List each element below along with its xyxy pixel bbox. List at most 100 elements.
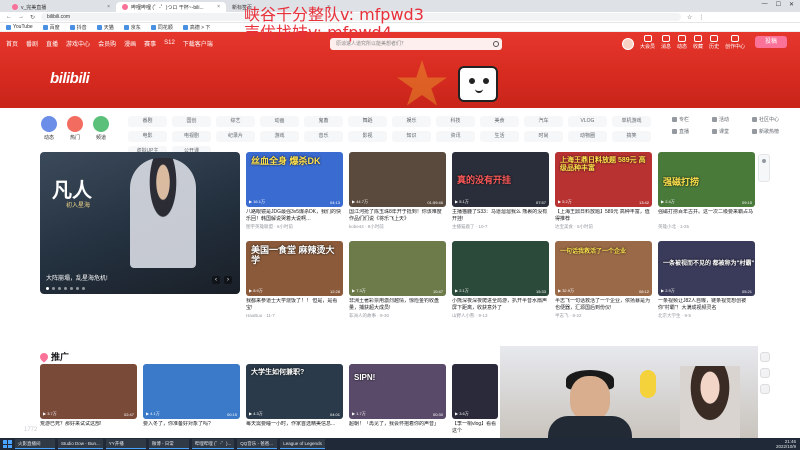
bookmark-4[interactable]: 京东 — [123, 24, 141, 31]
video-title[interactable]: 【李一桐vlog】看看这个 — [452, 421, 498, 435]
carousel-dot[interactable] — [64, 287, 67, 290]
video-card[interactable]: ▶ 2.1万 15:33 小熊深夜深夜爬进全局游，扒开半音水扇声屏下距离，收获意外… — [452, 241, 549, 319]
video-thumbnail[interactable]: 上海王鼎日料放题 589元 高级品种丰富 ▶ 5.2万 13:42 — [555, 152, 652, 207]
category-chip[interactable]: 纪录片 — [216, 131, 255, 142]
side-link-community[interactable]: 社区中心 — [752, 116, 792, 123]
taskbar-item[interactable]: 哔哩哔哩 (゜-゜)... — [191, 439, 235, 449]
video-thumbnail[interactable]: 一条被视而不见的 都被称为"村霸" ▶ 2.9万 05:21 — [658, 241, 755, 296]
video-meta[interactable]: 半志飞 · 8-22 — [555, 313, 652, 319]
category-chip[interactable]: 动画 — [260, 116, 299, 127]
category-chip[interactable]: 舞蹈 — [348, 116, 387, 127]
browser-tab-1[interactable]: 哔哩哔哩 (゜-゜)つロ 干杯~-bili... × — [116, 2, 226, 12]
category-chip[interactable]: 音乐 — [304, 131, 343, 142]
side-link-column[interactable]: 专栏 — [672, 116, 712, 123]
video-card[interactable]: ▶ 44.7万 01:59:46 国江河抢了陈玉珠8年开于抵到！你该难度作品们们说… — [349, 152, 446, 230]
carousel-dot[interactable] — [70, 287, 73, 290]
taskbar-item[interactable]: 火影直播间 — [15, 439, 55, 449]
tool-favorites[interactable]: 收藏 — [693, 35, 703, 50]
tool-messages[interactable]: 消息 — [661, 35, 671, 50]
quick-dynamics[interactable]: 动态 — [38, 116, 60, 141]
close-window-icon[interactable]: ✕ — [789, 1, 794, 8]
video-title[interactable]: 每天需要睡一小时，作家首选精美信息... — [246, 421, 343, 435]
category-chip[interactable]: 动物圈 — [568, 131, 607, 142]
video-title[interactable]: 【上海王鼎日料放题】589元 高种丰富，值得推荐 — [555, 209, 652, 223]
nav-game-center[interactable]: 游戏中心 — [66, 39, 90, 48]
video-meta[interactable]: 北京大学生 · 9-5 — [658, 313, 755, 319]
video-thumbnail[interactable]: ▶ 44.7万 01:59:46 — [349, 152, 446, 207]
category-chip[interactable]: 搞笑 — [612, 131, 651, 142]
hero-carousel[interactable]: 凡人 初入星海 大阵崩塌，乱星海危机! ‹ › — [40, 152, 240, 294]
nav-live[interactable]: 直播 — [46, 39, 58, 48]
video-meta[interactable]: HaoBuu · 11-7 — [246, 313, 343, 318]
carousel-dot[interactable] — [46, 287, 49, 290]
taskbar-item[interactable]: Studio Dow - Bun... — [58, 439, 103, 449]
nav-anime[interactable]: 番剧 — [26, 39, 38, 48]
taskbar-item[interactable]: 微博 - 日常 — [148, 439, 189, 449]
video-thumbnail[interactable]: ▶ 3.7万 02:47 — [40, 364, 137, 419]
video-meta[interactable]: 主播猫鹿了 · 10-7 — [452, 224, 549, 230]
taskbar-item[interactable]: YY开播 — [105, 439, 146, 449]
video-thumbnail[interactable]: 美国一食堂 麻辣烫大学 ▶ 8.9万 12:28 — [246, 241, 343, 296]
carousel-dot[interactable] — [52, 287, 55, 290]
video-title[interactable]: 一条视频让J82人自曝，链条视觉想创被你"村霸"！大满成视频灵名 — [658, 298, 755, 312]
category-chip[interactable]: 鬼畜 — [304, 116, 343, 127]
chevron-right-icon[interactable]: › — [224, 276, 232, 284]
carousel-dot[interactable] — [76, 287, 79, 290]
category-chip[interactable]: VLOG — [568, 116, 607, 127]
video-title[interactable]: 要入冬了，你准备好对象了吗? — [143, 421, 240, 435]
video-thumbnail[interactable]: 强磁打捞 ▶ 2.4万 09:15 — [658, 152, 755, 207]
bookmark-3[interactable]: 天猫 — [96, 24, 114, 31]
promo-card[interactable]: ▶ 3.6万 【李一桐vlog】看看这个 — [452, 364, 498, 435]
bilibili-logo[interactable]: bilibili — [50, 70, 90, 87]
nav-home[interactable]: 首页 — [6, 39, 18, 48]
quick-hot[interactable]: 热门 — [64, 116, 86, 141]
promo-card[interactable]: 大学生如何兼职? ▶ 4.3万 04:01 每天需要睡一小时，作家首选精美信息... — [246, 364, 343, 435]
video-card[interactable]: 一句话我救活了一个企业 ▶ 32.9万 06:12 半志飞一句话救活了一个企业，依扬… — [555, 241, 652, 319]
side-link-classroom[interactable]: 课堂 — [712, 128, 752, 135]
carousel-dot[interactable] — [58, 287, 61, 290]
category-chip[interactable]: 科技 — [436, 116, 475, 127]
chevron-left-icon[interactable]: ‹ — [212, 276, 220, 284]
bookmark-5[interactable]: 同花顺 — [150, 24, 173, 31]
category-chip[interactable]: 单机游戏 — [612, 116, 651, 127]
video-thumbnail[interactable]: 一句话我救活了一个企业 ▶ 32.9万 06:12 — [555, 241, 652, 296]
category-chip[interactable]: 时尚 — [524, 131, 563, 142]
category-chip[interactable]: 番剧 — [128, 116, 167, 127]
grid-icon[interactable] — [760, 352, 770, 362]
bookmark-2[interactable]: 抖音 — [69, 24, 87, 31]
taskbar-item[interactable]: QQ音乐 - 爸爸... — [237, 439, 278, 449]
video-meta[interactable]: 山野人小熊 · 9-13 — [452, 313, 549, 319]
minimize-icon[interactable]: — — [762, 1, 768, 8]
category-chip[interactable]: 游戏 — [260, 131, 299, 142]
bookmark-1[interactable]: 百度 — [42, 24, 60, 31]
video-meta[interactable]: 非洲人的故事 · 9-30 — [349, 313, 446, 319]
video-title[interactable]: 八路眼镜是JDG最强3v5爆杀DK，我们的快乐回！韩国解说哭着大说啊… — [246, 209, 343, 223]
bookmark-6[interactable]: 高德 > 下 — [182, 24, 210, 31]
star-icon[interactable]: ☆ — [687, 14, 692, 21]
side-link-live[interactable]: 直播 — [672, 128, 712, 135]
category-chip[interactable]: 汽车 — [524, 116, 563, 127]
close-icon[interactable]: × — [217, 4, 220, 10]
avatar[interactable] — [622, 38, 634, 50]
carousel-dot[interactable] — [82, 287, 85, 290]
tool-dynamics[interactable]: 动态 — [677, 35, 687, 50]
tool-history[interactable]: 历史 — [709, 35, 719, 50]
system-clock[interactable]: 21:46 2022/10/9 — [776, 439, 796, 449]
upload-button[interactable]: 投稿 — [755, 36, 787, 48]
category-chip[interactable]: 影视 — [348, 131, 387, 142]
video-title[interactable]: 荒游已死？那好来试试这部! — [40, 421, 137, 435]
customer-service-icon[interactable] — [760, 368, 770, 378]
video-card[interactable]: 一条被视而不见的 都被称为"村霸" ▶ 2.9万 05:21 一条视频让J82人自曝… — [658, 241, 755, 319]
bookmark-0[interactable]: YouTube — [6, 24, 33, 30]
video-title[interactable]: 国江河抢了陈玉珠8年开于抵到！你该难度作品们们说《将乐飞上天》 — [349, 209, 446, 223]
promo-card[interactable]: ▶ 4.1万 00:15 要入冬了，你准备好对象了吗? — [143, 364, 240, 435]
video-meta[interactable]: 英雄小北 · 1-25 — [658, 224, 755, 230]
video-thumbnail[interactable]: ▶ 4.1万 00:15 — [143, 364, 240, 419]
video-title[interactable]: 主播猫鹿了S33：马道溜溜我么 熊裹的没有开挂! — [452, 209, 549, 223]
video-card[interactable]: 上海王鼎日料放题 589元 高级品种丰富 ▶ 5.2万 13:42 【上海王鼎日料放… — [555, 152, 652, 230]
video-meta[interactable]: 达宝美食 · 5小时前 — [555, 224, 652, 230]
nav-s12[interactable]: S12 — [164, 40, 175, 46]
video-thumbnail[interactable]: ▶ 7.3万 10:47 — [349, 241, 446, 296]
category-chip[interactable]: 电影 — [128, 131, 167, 142]
menu-icon[interactable]: ⋮ — [698, 14, 704, 21]
